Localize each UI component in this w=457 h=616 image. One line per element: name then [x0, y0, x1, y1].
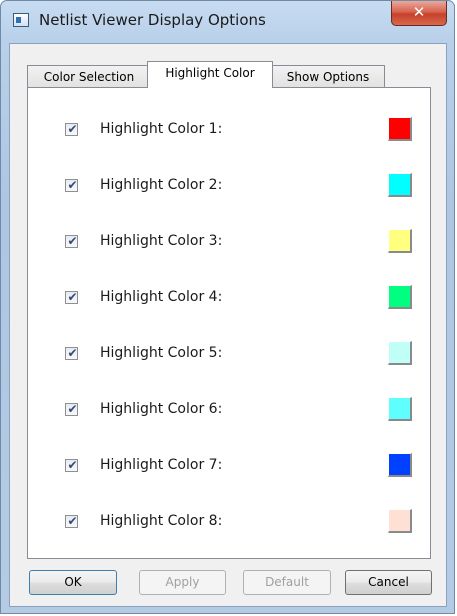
ok-button[interactable]: OK [29, 570, 117, 595]
tab-label: Color Selection [43, 70, 135, 84]
cancel-button[interactable]: Cancel [345, 570, 432, 595]
highlight-7-label: Highlight Color 7: [100, 457, 223, 473]
apply-button[interactable]: Apply [139, 570, 226, 595]
highlight-7-swatch[interactable] [388, 453, 412, 477]
highlight-row-6: ✔ Highlight Color 6: [28, 397, 430, 425]
highlight-2-swatch[interactable] [388, 173, 412, 197]
checkmark-icon: ✔ [67, 514, 78, 528]
highlight-1-label: Highlight Color 1: [100, 121, 223, 137]
highlight-4-checkbox[interactable]: ✔ [65, 290, 78, 304]
highlight-row-4: ✔ Highlight Color 4: [28, 285, 430, 313]
tab-highlight-color[interactable]: Highlight Color [147, 61, 273, 88]
highlight-3-checkbox[interactable]: ✔ [65, 234, 78, 248]
highlight-4-swatch[interactable] [388, 285, 412, 309]
highlight-5-label: Highlight Color 5: [100, 345, 223, 361]
highlight-row-8: ✔ Highlight Color 8: [28, 509, 430, 537]
highlight-color-panel: ✔ Highlight Color 1: ✔ Highlight Color 2… [27, 87, 431, 559]
highlight-6-checkbox[interactable]: ✔ [65, 402, 78, 416]
tab-color-selection[interactable]: Color Selection [27, 65, 151, 88]
title-bar[interactable]: Netlist Viewer Display Options ✕ [1, 1, 454, 43]
highlight-row-7: ✔ Highlight Color 7: [28, 453, 430, 481]
highlight-5-swatch[interactable] [388, 341, 412, 365]
highlight-row-5: ✔ Highlight Color 5: [28, 341, 430, 369]
checkmark-icon: ✔ [67, 458, 78, 472]
highlight-7-checkbox[interactable]: ✔ [65, 458, 78, 472]
highlight-6-label: Highlight Color 6: [100, 401, 223, 417]
highlight-8-label: Highlight Color 8: [100, 513, 223, 529]
checkmark-icon: ✔ [67, 234, 78, 248]
highlight-row-3: ✔ Highlight Color 3: [28, 229, 430, 257]
highlight-5-checkbox[interactable]: ✔ [65, 346, 78, 360]
highlight-2-checkbox[interactable]: ✔ [65, 178, 78, 192]
highlight-1-swatch[interactable] [388, 117, 412, 141]
window-title: Netlist Viewer Display Options [39, 11, 266, 29]
close-icon: ✕ [412, 3, 426, 21]
default-button[interactable]: Default [243, 570, 331, 595]
tab-label: Highlight Color [165, 66, 255, 80]
dialog-window: Netlist Viewer Display Options ✕ Color S… [0, 0, 455, 614]
highlight-3-swatch[interactable] [388, 229, 412, 253]
checkmark-icon: ✔ [67, 346, 78, 360]
checkmark-icon: ✔ [67, 290, 78, 304]
checkmark-icon: ✔ [67, 402, 78, 416]
highlight-6-swatch[interactable] [388, 397, 412, 421]
highlight-3-label: Highlight Color 3: [100, 233, 223, 249]
tab-show-options[interactable]: Show Options [271, 65, 385, 88]
tab-label: Show Options [286, 70, 370, 84]
checkmark-icon: ✔ [67, 122, 78, 136]
highlight-1-checkbox[interactable]: ✔ [65, 122, 78, 136]
highlight-row-2: ✔ Highlight Color 2: [28, 173, 430, 201]
highlight-8-swatch[interactable] [388, 509, 412, 533]
highlight-4-label: Highlight Color 4: [100, 289, 223, 305]
highlight-2-label: Highlight Color 2: [100, 177, 223, 193]
highlight-row-1: ✔ Highlight Color 1: [28, 117, 430, 145]
window-app-icon [13, 13, 29, 27]
highlight-8-checkbox[interactable]: ✔ [65, 514, 78, 528]
checkmark-icon: ✔ [67, 178, 78, 192]
close-button[interactable]: ✕ [391, 1, 447, 26]
